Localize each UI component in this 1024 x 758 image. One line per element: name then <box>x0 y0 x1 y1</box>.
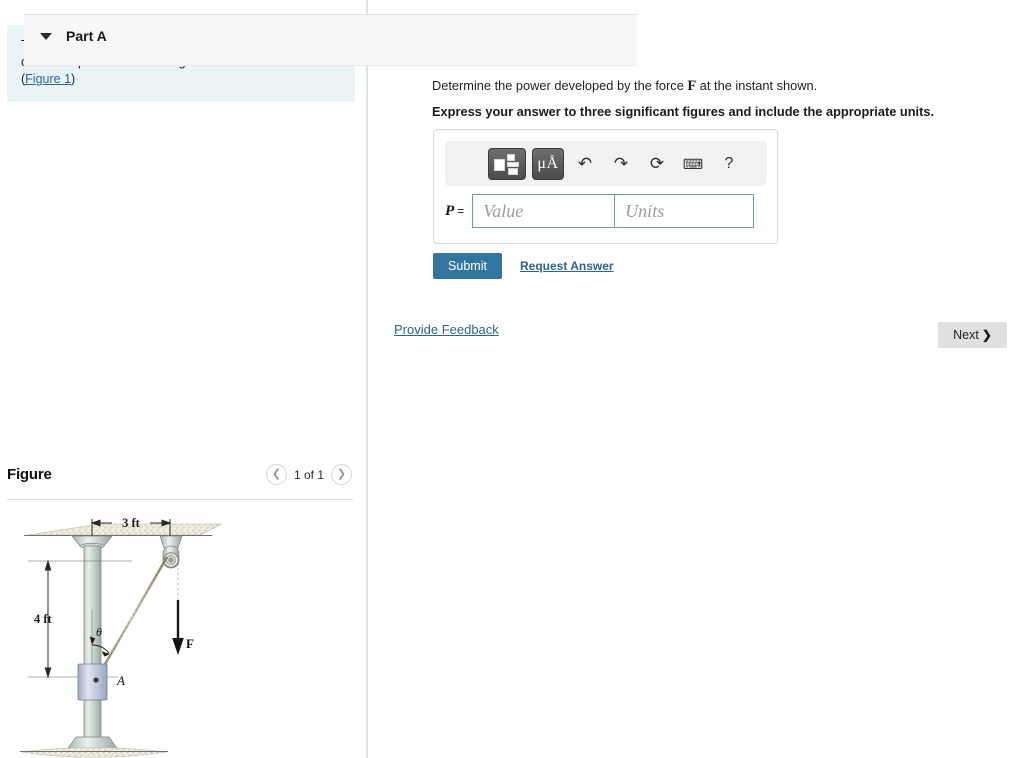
figure-diagram: 3 ft 4 ft F θ A <box>0 505 356 758</box>
next-button[interactable]: Next ❯ <box>938 322 1007 348</box>
answer-fields: P = <box>445 194 755 228</box>
equals-sign: = <box>457 204 465 218</box>
request-answer-link[interactable]: Request Answer <box>520 259 614 273</box>
paren-close: ) <box>71 72 76 86</box>
redo-icon[interactable]: ↷ <box>606 155 636 172</box>
question-text-post: at the instant shown. <box>696 78 818 93</box>
question-text: Determine the power developed by the for… <box>432 78 992 95</box>
chevron-right-icon: ❯ <box>981 328 992 342</box>
figure-section: Figure ❮ 1 of 1 ❯ 3 ft 4 ft F θ A <box>0 455 356 758</box>
figure-pager: ❮ 1 of 1 ❯ <box>265 464 352 485</box>
rod-base <box>20 736 168 758</box>
template-glyph <box>494 153 520 175</box>
caret-down-icon[interactable] <box>40 33 52 40</box>
units-glyph: μÅ <box>537 154 559 172</box>
figure-prev-button[interactable]: ❮ <box>265 464 287 485</box>
template-icon[interactable] <box>488 147 526 180</box>
keyboard-icon[interactable]: ⌨ <box>678 157 708 171</box>
force-label-F: F <box>186 636 194 651</box>
figure-title: Figure <box>7 466 52 483</box>
instruction-text: Express your answer to three significant… <box>432 104 935 119</box>
angle-label-theta: θ <box>96 625 102 639</box>
figure-next-button[interactable]: ❯ <box>331 464 352 485</box>
question-force-symbol: F <box>687 78 697 94</box>
provide-feedback-link[interactable]: Provide Feedback <box>394 322 499 337</box>
answer-toolbar: μÅ ↶ ↷ ⟳ ⌨ ? <box>445 141 767 186</box>
answer-entry-box: μÅ ↶ ↷ ⟳ ⌨ ? P = <box>433 129 778 244</box>
next-button-label: Next <box>953 328 979 342</box>
units-input[interactable] <box>614 194 755 228</box>
left-panel: The 12 lb collar starts from rest at A a… <box>0 0 368 758</box>
help-icon[interactable]: ? <box>714 155 744 172</box>
question-text-pre: Determine the power developed by the for… <box>432 78 688 93</box>
figure-divider <box>7 499 353 500</box>
problem-page: The 12 lb collar starts from rest at A a… <box>0 0 1024 758</box>
value-input[interactable] <box>472 194 615 228</box>
units-icon[interactable]: μÅ <box>532 147 564 180</box>
figure-1-link[interactable]: Figure 1 <box>25 72 71 86</box>
collar-label-A: A <box>116 673 125 688</box>
figure-header: Figure ❮ 1 of 1 ❯ <box>0 455 356 500</box>
dimension-3ft-label: 3 ft <box>122 516 141 530</box>
variable-label: P <box>445 202 455 219</box>
collar <box>77 663 108 701</box>
force-arrow-F <box>172 600 184 655</box>
submit-button[interactable]: Submit <box>433 253 502 279</box>
reset-icon[interactable]: ⟳ <box>642 155 672 172</box>
part-a-header[interactable]: Part A <box>24 14 637 66</box>
part-a-title: Part A <box>66 28 107 44</box>
figure-page-count: 1 of 1 <box>293 467 324 482</box>
dimension-4ft-label: 4 ft <box>34 612 53 626</box>
undo-icon[interactable]: ↶ <box>570 155 600 172</box>
